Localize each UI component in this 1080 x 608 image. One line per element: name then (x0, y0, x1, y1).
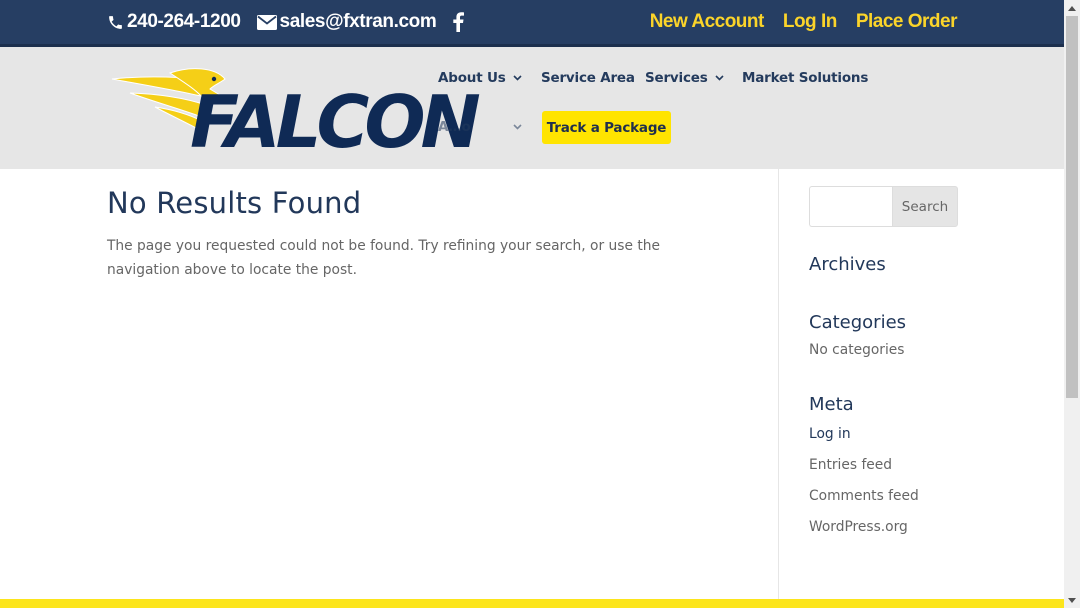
facebook-link[interactable] (452, 12, 467, 32)
sidebar: Search Archives Categories No categories… (809, 186, 959, 535)
not-found-message: The page you requested could not be foun… (107, 238, 660, 278)
archives-title: Archives (809, 254, 886, 275)
scroll-down-arrow-icon[interactable] (1064, 592, 1080, 608)
nav-services-label: Services (645, 70, 708, 86)
no-categories-text: No categories (809, 342, 905, 358)
meta-wordpress-link[interactable]: WordPress.org (809, 517, 959, 548)
search-input[interactable] (809, 186, 892, 227)
facebook-icon (453, 12, 465, 32)
meta-entries-feed-link[interactable]: Entries feed (809, 455, 959, 486)
nav-second-row-item[interactable]: A…o (438, 119, 522, 135)
meta-log-in-link[interactable]: Log in (809, 424, 959, 455)
categories-title: Categories (809, 312, 907, 333)
place-order-link[interactable]: Place Order (856, 11, 958, 33)
email-address: sales@fxtran.com (279, 11, 437, 32)
logo-wordmark: FALCON (190, 80, 480, 151)
chevron-down-icon (512, 75, 522, 81)
categories-widget: Categories No categories (809, 312, 906, 358)
nav-about-us[interactable]: About Us (438, 70, 522, 86)
search-form: Search (809, 186, 959, 227)
phone-link[interactable]: 240-264-1200 (107, 11, 241, 33)
phone-number: 240-264-1200 (127, 11, 241, 32)
meta-comments-feed-link[interactable]: Comments feed (809, 486, 959, 517)
new-account-link[interactable]: New Account (650, 11, 765, 33)
track-package-button[interactable]: Track a Package (542, 111, 671, 144)
nav-services[interactable]: Services (645, 70, 724, 86)
main-navigation: About Us Service Area Services Market So… (438, 47, 958, 169)
search-button[interactable]: Search (892, 186, 958, 227)
nav-service-area-label: Service Area (541, 70, 635, 86)
page-title: No Results Found (107, 186, 362, 220)
scroll-up-arrow-icon[interactable] (1064, 0, 1080, 16)
nav-market-solutions-label: Market Solutions (742, 70, 869, 86)
contact-info: 240-264-1200 sales@fxtran.com (107, 11, 483, 33)
chevron-down-icon (714, 75, 724, 81)
nav-service-area[interactable]: Service Area (541, 70, 635, 86)
nav-about-us-label: About Us (438, 70, 506, 86)
email-link[interactable]: sales@fxtran.com (256, 11, 437, 33)
scrollbar-thumb[interactable] (1066, 16, 1078, 398)
site-header: FALCON About Us Service Area Services Ma… (0, 47, 1064, 169)
account-links: New Account Log In Place Order (631, 11, 958, 33)
top-bar: 240-264-1200 sales@fxtran.com New Accoun… (0, 0, 1064, 47)
log-in-link[interactable]: Log In (783, 11, 837, 33)
meta-title: Meta (809, 394, 854, 415)
nav-second-row-label: A…o (438, 119, 471, 135)
envelope-icon (256, 14, 277, 30)
footer-strip (0, 599, 1064, 608)
meta-links: Log in Entries feed Comments feed WordPr… (809, 424, 959, 548)
main-content: No Results Found The page you requested … (107, 186, 727, 282)
nav-market-solutions[interactable]: Market Solutions (742, 70, 868, 86)
page-scrollbar[interactable] (1064, 0, 1080, 608)
sidebar-divider (778, 169, 779, 599)
archives-widget: Archives (809, 254, 886, 275)
phone-icon (109, 15, 122, 29)
meta-widget: Meta Log in Entries feed Comments feed W… (809, 394, 959, 548)
chevron-down-icon (513, 124, 522, 130)
